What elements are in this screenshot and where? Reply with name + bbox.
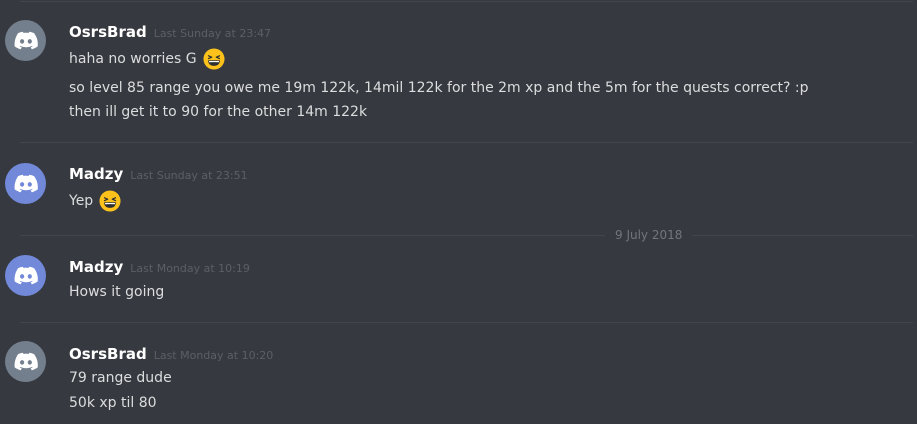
grinning-squinting-face-icon[interactable]	[99, 190, 121, 212]
username[interactable]: OsrsBrad	[69, 345, 147, 363]
message-line: haha no worries G	[69, 48, 225, 70]
message-line: then ill get it to 90 for the other 14m …	[69, 104, 367, 120]
message-line: Hows it going	[69, 284, 164, 300]
username[interactable]: Madzy	[69, 258, 123, 276]
message-line: 79 range dude	[69, 370, 172, 386]
discord-logo-icon	[14, 31, 38, 49]
timestamp[interactable]: Last Monday at 10:20	[154, 349, 274, 362]
username[interactable]: Madzy	[69, 165, 123, 183]
date-divider-label: 9 July 2018	[605, 228, 693, 242]
grinning-squinting-face-icon[interactable]	[203, 48, 225, 70]
avatar[interactable]	[5, 163, 46, 204]
timestamp[interactable]: Last Monday at 10:19	[130, 262, 250, 275]
message-divider	[20, 322, 913, 323]
message-text: haha no worries G	[69, 51, 197, 67]
username[interactable]: OsrsBrad	[69, 23, 147, 41]
message-header: Madzy Last Sunday at 23:51	[69, 165, 248, 183]
avatar[interactable]	[5, 341, 46, 382]
message-text: Yep	[69, 193, 94, 209]
message-line: so level 85 range you owe me 19m 122k, 1…	[69, 80, 809, 96]
message-text: 79 range dude	[69, 370, 172, 386]
message-header: OsrsBrad Last Monday at 10:20	[69, 345, 273, 363]
message-text: Hows it going	[69, 284, 165, 300]
message-header: OsrsBrad Last Sunday at 23:47	[69, 23, 271, 41]
message-divider	[20, 142, 913, 143]
timestamp[interactable]: Last Sunday at 23:51	[130, 169, 247, 182]
discord-logo-icon	[14, 266, 38, 284]
message-text: so level 85 range you owe me 19m 122k, 1…	[69, 80, 809, 96]
message-divider	[20, 1, 913, 2]
date-divider-line	[20, 235, 913, 236]
avatar[interactable]	[5, 255, 46, 296]
discord-logo-icon	[14, 174, 38, 192]
message-text: 50k xp til 80	[69, 395, 157, 411]
message-line: Yep	[69, 190, 121, 212]
message-text: then ill get it to 90 for the other 14m …	[69, 104, 368, 120]
discord-logo-icon	[14, 352, 38, 370]
timestamp[interactable]: Last Sunday at 23:47	[154, 27, 271, 40]
message-line: 50k xp til 80	[69, 395, 157, 411]
avatar[interactable]	[5, 20, 46, 61]
message-header: Madzy Last Monday at 10:19	[69, 258, 250, 276]
